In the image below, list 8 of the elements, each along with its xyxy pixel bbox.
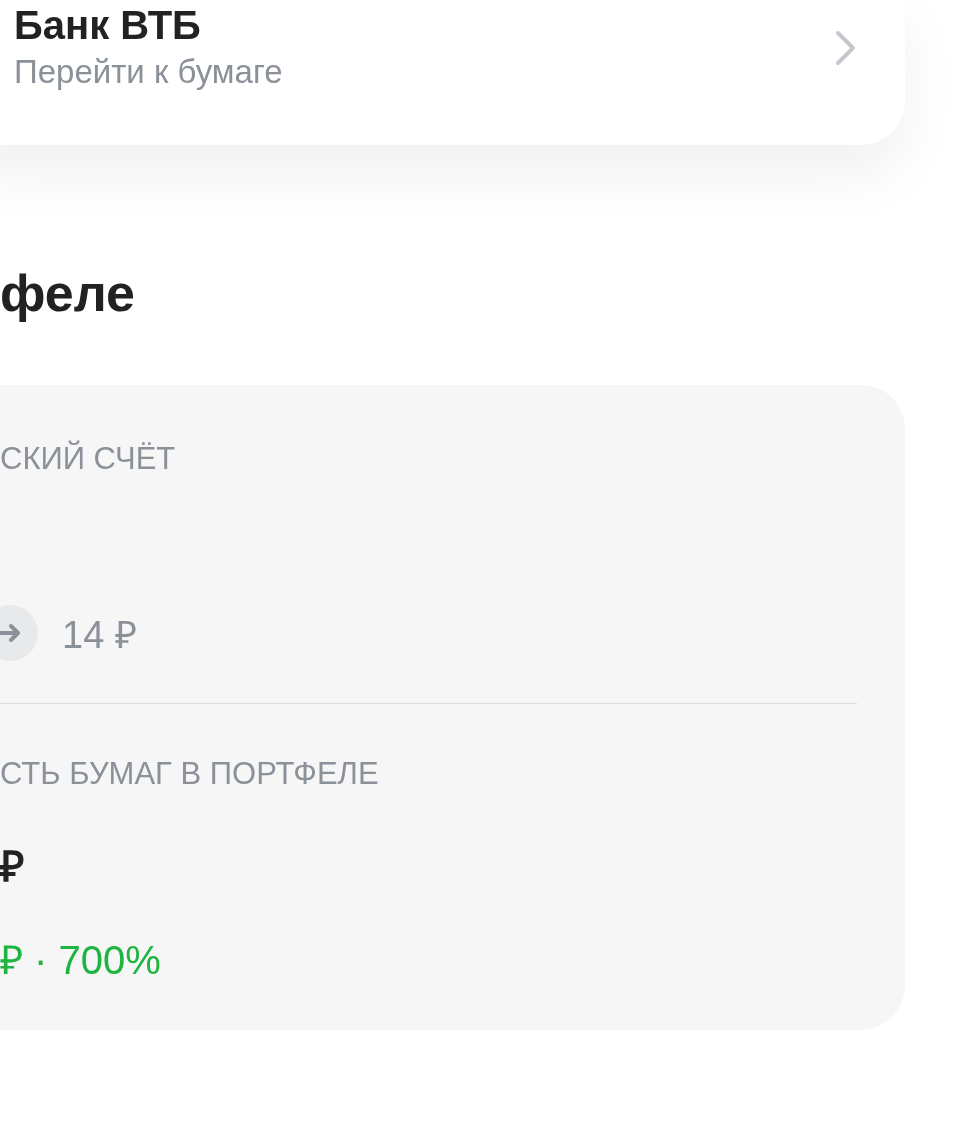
value-label: СТЬ БУМАГ В ПОРТФЕЛЕ	[0, 756, 379, 792]
security-card[interactable]: Банк ВТБ Перейти к бумаге	[0, 0, 905, 145]
chevron-right-icon	[835, 29, 857, 66]
value-change: ₽ · 700%	[0, 937, 161, 984]
account-label: СКИЙ СЧЁТ	[0, 441, 176, 477]
portfolio-value: ₽	[0, 842, 24, 892]
security-title: Банк ВТБ	[14, 4, 202, 45]
account-amount: 14 ₽	[62, 613, 137, 658]
